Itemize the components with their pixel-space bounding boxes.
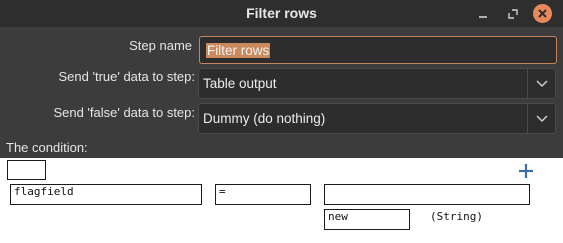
title-bar: Filter rows bbox=[0, 0, 563, 27]
step-name-label: Step name bbox=[129, 38, 192, 53]
minimize-icon[interactable] bbox=[474, 5, 492, 23]
value-box[interactable]: new bbox=[324, 209, 410, 230]
chevron-down-icon[interactable] bbox=[527, 69, 555, 98]
maximize-icon[interactable] bbox=[504, 5, 522, 23]
send-true-label: Send 'true' data to step: bbox=[58, 69, 196, 84]
right-field-box[interactable] bbox=[324, 184, 530, 205]
condition-label: The condition: bbox=[6, 140, 88, 155]
plus-icon[interactable] bbox=[517, 162, 535, 180]
send-false-value: Dummy (do nothing) bbox=[203, 111, 326, 126]
send-true-value: Table output bbox=[203, 76, 277, 91]
send-false-dropdown[interactable]: Dummy (do nothing) bbox=[198, 103, 556, 134]
value-type: (String) bbox=[430, 210, 483, 223]
close-icon[interactable] bbox=[533, 4, 552, 23]
step-name-input[interactable]: Filter rows bbox=[199, 36, 557, 64]
chevron-down-icon[interactable] bbox=[527, 104, 555, 133]
operator-box[interactable]: = bbox=[215, 184, 311, 205]
send-false-label: Send 'false' data to step: bbox=[53, 105, 195, 120]
step-name-value: Filter rows bbox=[206, 42, 271, 58]
send-true-dropdown[interactable]: Table output bbox=[198, 68, 556, 99]
left-field-box[interactable]: flagfield bbox=[10, 184, 202, 205]
negate-box[interactable] bbox=[7, 160, 46, 180]
filter-rows-dialog: Filter rows Step name Filter rows Send '… bbox=[0, 0, 563, 243]
